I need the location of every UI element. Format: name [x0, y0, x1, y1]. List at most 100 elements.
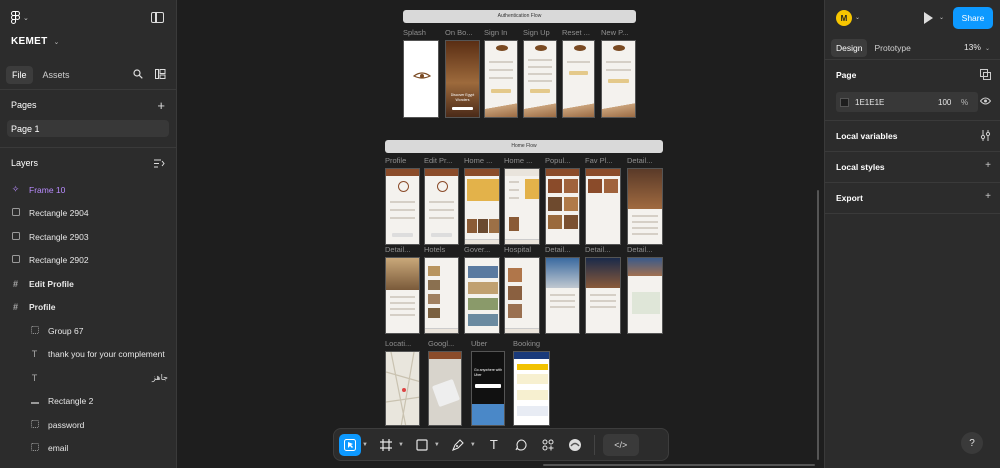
onboarding-button: [452, 107, 473, 110]
export-title: Export: [836, 193, 863, 203]
page-opacity[interactable]: 100: [938, 98, 951, 107]
actions-tool-button[interactable]: [537, 434, 559, 456]
location-map-screen[interactable]: [385, 351, 420, 426]
layer-item[interactable]: Group 67: [0, 319, 176, 343]
local-variables-section[interactable]: Local variables: [825, 121, 1000, 152]
dev-mode-toggle[interactable]: </>: [602, 433, 639, 456]
layer-item[interactable]: Rectangle 2903: [0, 225, 176, 249]
details-screen[interactable]: [627, 257, 663, 334]
sign-in-screen[interactable]: [484, 40, 518, 118]
details-screen[interactable]: [585, 257, 621, 334]
sidebar-toggle-icon[interactable]: [151, 12, 164, 23]
onboarding-text: Discover Egypt Wonders: [450, 93, 475, 102]
layers-list: ✧ Frame 10 Rectangle 2904 Rectangle 2903…: [0, 178, 176, 460]
chevron-down-icon[interactable]: ▼: [434, 442, 440, 448]
styles-icon[interactable]: [980, 69, 991, 80]
details-screen[interactable]: [627, 168, 663, 245]
export-section[interactable]: Export +: [825, 183, 1000, 214]
favourite-places-screen[interactable]: [585, 168, 621, 245]
text-tool-button[interactable]: T: [483, 434, 505, 456]
google-maps-screen[interactable]: [428, 351, 462, 426]
add-style-icon[interactable]: +: [985, 161, 991, 171]
add-page-icon[interactable]: +: [157, 99, 165, 112]
profile-screen[interactable]: [385, 168, 420, 245]
cursor-icon: [344, 438, 356, 451]
screen-label: New P...: [601, 28, 629, 37]
search-icon[interactable]: [133, 69, 143, 79]
pages-section-header: Pages +: [0, 90, 176, 120]
canvas-vertical-scrollbar[interactable]: [817, 190, 819, 460]
layer-item[interactable]: # Edit Profile: [0, 272, 176, 296]
add-export-icon[interactable]: +: [985, 192, 991, 202]
onboarding-screen[interactable]: Discover Egypt Wonders: [445, 40, 480, 118]
chevron-down-icon[interactable]: ⌄: [855, 14, 860, 21]
details-screen[interactable]: [545, 257, 580, 334]
tab-file[interactable]: File: [6, 65, 33, 84]
pen-tool-button[interactable]: [447, 434, 469, 456]
uber-screen[interactable]: Go anywhere with Uber: [471, 351, 505, 426]
hotels-screen[interactable]: [424, 257, 459, 334]
canvas-horizontal-scrollbar[interactable]: [543, 464, 815, 466]
color-swatch[interactable]: [840, 98, 849, 107]
layer-item[interactable]: Rectangle 2904: [0, 202, 176, 226]
tab-design[interactable]: Design: [831, 38, 868, 57]
layer-item[interactable]: ✧ Frame 10: [0, 178, 176, 202]
sign-up-screen[interactable]: [523, 40, 557, 118]
edit-profile-screen[interactable]: [424, 168, 459, 245]
chevron-down-icon[interactable]: ▼: [362, 442, 368, 448]
tab-prototype[interactable]: Prototype: [869, 39, 915, 57]
layer-label: Rectangle 2: [48, 396, 94, 407]
local-styles-section[interactable]: Local styles +: [825, 152, 1000, 183]
canvas[interactable]: Authentication Flow Splash On Bo... Sign…: [177, 0, 823, 468]
project-name-label: KEMET: [11, 36, 48, 47]
hotel-details-screen[interactable]: [385, 257, 420, 334]
rectangle-icon: [11, 231, 20, 242]
page-item[interactable]: Page 1: [7, 120, 169, 137]
home-flow-title[interactable]: Home Flow: [385, 140, 663, 153]
page-color-row: 1E1E1E 100 %: [825, 90, 1000, 116]
help-button[interactable]: ?: [961, 432, 983, 454]
popular-screen[interactable]: [545, 168, 580, 245]
sliders-icon[interactable]: [980, 130, 991, 141]
chevron-down-icon: ⌄: [53, 39, 60, 46]
hospital-screen[interactable]: [504, 257, 540, 334]
screen-label: Sign Up: [523, 28, 550, 37]
layer-item[interactable]: password: [0, 413, 176, 437]
main-menu-button[interactable]: ⌄: [11, 11, 29, 24]
splash-screen[interactable]: [403, 40, 439, 118]
project-name[interactable]: KEMET ⌄: [11, 36, 60, 47]
layer-item[interactable]: # Profile: [0, 296, 176, 320]
eye-icon[interactable]: [980, 97, 991, 105]
screen-label: Detail...: [627, 245, 653, 254]
tab-assets[interactable]: Assets: [37, 66, 76, 84]
shape-tool-button[interactable]: [411, 434, 433, 456]
frame-icon: [379, 438, 392, 451]
booking-screen[interactable]: [513, 351, 550, 426]
avatar[interactable]: M: [836, 10, 852, 26]
chevron-down-icon[interactable]: ▼: [398, 442, 404, 448]
layer-item[interactable]: T thank you for your complement: [0, 343, 176, 367]
comment-tool-button[interactable]: [510, 434, 532, 456]
zoom-dropdown[interactable]: 13% ⌄: [964, 42, 990, 52]
governorates-screen[interactable]: [464, 257, 500, 334]
home-screen[interactable]: [464, 168, 500, 245]
move-tool-button[interactable]: [339, 433, 361, 456]
auth-flow-title[interactable]: Authentication Flow: [403, 10, 636, 23]
layer-item[interactable]: Rectangle 2: [0, 390, 176, 414]
plugin-tool-button[interactable]: [564, 434, 586, 456]
library-icon[interactable]: [155, 69, 166, 79]
reset-password-screen[interactable]: [562, 40, 595, 118]
page-color-hex[interactable]: 1E1E1E: [855, 98, 884, 107]
layer-item[interactable]: email: [0, 437, 176, 461]
layer-item[interactable]: T جاهز: [0, 366, 176, 390]
home-menu-screen[interactable]: [504, 168, 540, 245]
chevron-down-icon[interactable]: ▼: [470, 442, 476, 448]
screen-label: Hotels: [424, 245, 446, 254]
new-password-screen[interactable]: [601, 40, 636, 118]
frame-tool-button[interactable]: [375, 434, 397, 456]
chevron-down-icon[interactable]: ⌄: [939, 14, 944, 21]
play-icon[interactable]: [924, 12, 933, 24]
layers-sort-icon[interactable]: [154, 159, 165, 168]
layer-item[interactable]: Rectangle 2902: [0, 249, 176, 273]
share-button[interactable]: Share: [953, 7, 993, 29]
